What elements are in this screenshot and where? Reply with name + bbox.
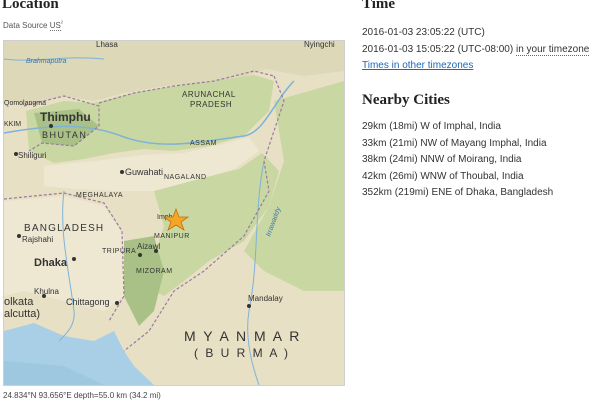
map-label-burma: ( B U R M A ) xyxy=(194,346,290,360)
map-canvas[interactable]: Lhasa Nyingchi Brahmaputra Thimphu BHUTA… xyxy=(4,41,344,385)
nearby-city-item: 33km (21mi) NW of Mayang Imphal, India xyxy=(362,137,547,149)
map-label-lhasa: Lhasa xyxy=(96,41,118,49)
data-source-label: Data Source xyxy=(3,21,48,30)
location-heading: Location xyxy=(2,0,59,12)
map-label-qomolangma: Qomolangma xyxy=(4,100,46,107)
nearby-cities-heading: Nearby Cities xyxy=(362,92,450,108)
map-label-dhaka: Dhaka xyxy=(34,257,68,269)
location-panel: Location Data Source US² Lhasa Nyingchi … xyxy=(0,0,350,405)
time-local: 2016-01-03 15:05:22 (UTC-08:00) in your … xyxy=(362,44,590,56)
epicenter-coordinates: 24.834°N 93.656°E depth=55.0 km (34.2 mi… xyxy=(3,391,161,400)
map-label-meghalaya: MEGHALAYA xyxy=(76,192,123,199)
map-label-shiliguri: Shiliguri xyxy=(18,151,47,160)
map-dot-thimphu xyxy=(49,124,53,128)
map-label-chittagong: Chittagong xyxy=(66,297,110,307)
other-timezones-link[interactable]: Times in other timezones xyxy=(362,60,473,71)
location-map[interactable]: Lhasa Nyingchi Brahmaputra Thimphu BHUTA… xyxy=(3,40,345,386)
time-utc: 2016-01-03 23:05:22 (UTC) xyxy=(362,27,485,38)
map-dot-aizawl xyxy=(138,253,142,257)
map-label-calcutta: alcutta) xyxy=(4,308,40,320)
map-label-bangladesh: BANGLADESH xyxy=(24,223,104,234)
nearby-city-item: 38km (24mi) NNW of Moirang, India xyxy=(362,154,522,165)
data-source-superscript: ² xyxy=(60,21,63,27)
nearby-city-item: 352km (219mi) ENE of Dhaka, Bangladesh xyxy=(362,187,554,198)
data-source-link[interactable]: US xyxy=(49,21,61,31)
map-label-assam: ASSAM xyxy=(190,140,217,147)
map-label-aizawl: Aizawl xyxy=(137,242,160,251)
map-label-thimphu: Thimphu xyxy=(40,110,91,124)
map-label-brahmaputra: Brahmaputra xyxy=(26,58,67,65)
map-label-nagaland: NAGALAND xyxy=(164,174,207,181)
map-label-arunachal: ARUNACHAL xyxy=(182,90,236,99)
map-dot-guwahati xyxy=(120,170,124,174)
nearby-cities-list: 29km (18mi) W of Imphal, India 33km (21m… xyxy=(362,121,553,204)
map-label-kolkata: olkata xyxy=(4,296,34,308)
map-label-mandalay: Mandalay xyxy=(248,294,283,303)
other-timezones: Times in other timezones xyxy=(362,60,473,71)
time-local-value: 2016-01-03 15:05:22 (UTC-08:00) xyxy=(362,44,514,55)
map-label-pradesh: PRADESH xyxy=(190,100,232,109)
map-dot-rajshahi xyxy=(17,234,21,238)
map-label-tripura: TRIPURA xyxy=(102,248,136,255)
map-label-guwahati: Guwahati xyxy=(125,167,163,177)
map-dot-mandalay xyxy=(247,304,251,308)
data-source: Data Source US² xyxy=(3,21,63,31)
nearby-city-item: 29km (18mi) W of Imphal, India xyxy=(362,121,501,132)
map-label-manipur: MANIPUR xyxy=(154,233,190,240)
map-label-khulna: Khulna xyxy=(34,287,59,296)
info-panel: Time 2016-01-03 23:05:22 (UTC) 2016-01-0… xyxy=(362,0,599,405)
map-label-kkim: KKIM xyxy=(4,121,21,128)
map-label-mizoram: MIZORAM xyxy=(136,268,173,275)
map-label-myanmar: M Y A N M A R xyxy=(184,328,301,344)
nearby-city-item: 42km (26mi) WNW of Thoubal, India xyxy=(362,170,524,182)
time-heading: Time xyxy=(362,0,396,12)
map-label-nyingchi: Nyingchi xyxy=(304,41,335,49)
time-local-suffix: in your timezone xyxy=(515,44,590,56)
map-dot-chittagong xyxy=(115,301,119,305)
map-label-rajshahi: Rajshahi xyxy=(22,235,53,244)
map-label-bhutan: BHUTAN xyxy=(42,130,87,140)
map-dot-dhaka xyxy=(72,257,76,261)
